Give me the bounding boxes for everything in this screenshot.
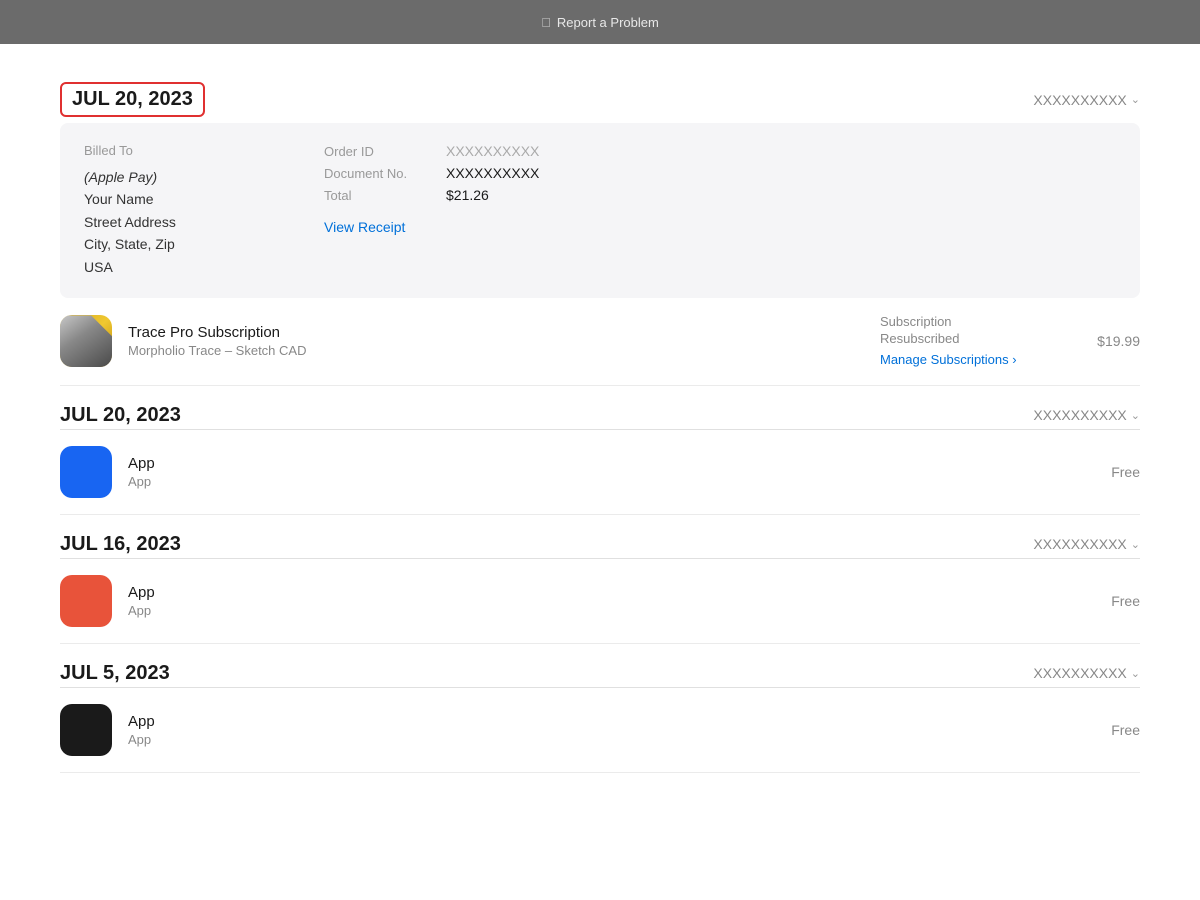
red-app-icon	[60, 575, 112, 627]
section-group-3: JUL 16, 2023 XXXXXXXXXX ⌄ App App Free	[60, 533, 1140, 644]
trace-pro-sub-info: Subscription Resubscribed Manage Subscri…	[880, 314, 1080, 369]
total-row: Total $21.26	[324, 187, 1116, 203]
trace-pro-info: Trace Pro Subscription Morpholio Trace –…	[128, 324, 840, 358]
document-no-value: XXXXXXXXXX	[446, 165, 539, 181]
order-details-section: Order ID XXXXXXXXXX Document No. XXXXXXX…	[324, 143, 1116, 278]
order-id-text-2: XXXXXXXXXX	[1033, 407, 1126, 423]
black-app-info: App App	[128, 713, 1080, 747]
red-app-price: Free	[1080, 593, 1140, 609]
apple-logo-icon: 	[541, 15, 551, 30]
black-app-price: Free	[1080, 722, 1140, 738]
blue-app-info: App App	[128, 455, 1080, 489]
trace-pro-price: $19.99	[1080, 333, 1140, 349]
main-content: JUL 20, 2023 XXXXXXXXXX ⌄ Billed To (App…	[0, 44, 1200, 813]
black-app-subtitle: App	[128, 732, 1080, 747]
title-bar-text: Report a Problem	[557, 15, 659, 30]
chevron-down-icon-4: ⌄	[1131, 667, 1140, 680]
section-group-1: JUL 20, 2023 XXXXXXXXXX ⌄ Billed To (App…	[60, 82, 1140, 386]
blue-app-price: Free	[1080, 464, 1140, 480]
chevron-down-icon-3: ⌄	[1131, 538, 1140, 551]
billed-to-label: Billed To	[84, 143, 284, 158]
app-row-blue: App App Free	[60, 430, 1140, 515]
billed-city: City, State, Zip	[84, 233, 284, 255]
app-row-red: App App Free	[60, 559, 1140, 644]
view-receipt-link[interactable]: View Receipt	[324, 219, 405, 235]
app-row-black: App App Free	[60, 688, 1140, 773]
chevron-down-icon-1: ⌄	[1131, 93, 1140, 106]
blue-app-subtitle: App	[128, 474, 1080, 489]
document-no-row: Document No. XXXXXXXXXX	[324, 165, 1116, 181]
section-header-3: JUL 16, 2023 XXXXXXXXXX ⌄	[60, 533, 1140, 556]
section-group-4: JUL 5, 2023 XXXXXXXXXX ⌄ App App Free	[60, 662, 1140, 773]
section-order-id-4[interactable]: XXXXXXXXXX ⌄	[1033, 665, 1140, 681]
chevron-down-icon-2: ⌄	[1131, 409, 1140, 422]
black-app-name: App	[128, 713, 1080, 730]
black-app-icon	[60, 704, 112, 756]
detail-card-1: Billed To (Apple Pay) Your Name Street A…	[60, 123, 1140, 298]
billed-street: Street Address	[84, 211, 284, 233]
blue-app-icon	[60, 446, 112, 498]
billed-country: USA	[84, 256, 284, 278]
trace-pro-subtitle: Morpholio Trace – Sketch CAD	[128, 343, 840, 358]
section-date-1: JUL 20, 2023	[60, 82, 205, 117]
order-id-text-1: XXXXXXXXXX	[1033, 92, 1126, 108]
section-header-2: JUL 20, 2023 XXXXXXXXXX ⌄	[60, 404, 1140, 427]
order-id-row: Order ID XXXXXXXXXX	[324, 143, 1116, 159]
section-header-4: JUL 5, 2023 XXXXXXXXXX ⌄	[60, 662, 1140, 685]
order-id-label: Order ID	[324, 144, 434, 159]
total-value: $21.26	[446, 187, 489, 203]
blue-app-name: App	[128, 455, 1080, 472]
section-group-2: JUL 20, 2023 XXXXXXXXXX ⌄ App App Free	[60, 404, 1140, 515]
billed-to-value: (Apple Pay) Your Name Street Address Cit…	[84, 166, 284, 278]
section-order-id-3[interactable]: XXXXXXXXXX ⌄	[1033, 536, 1140, 552]
manage-subscriptions-link[interactable]: Manage Subscriptions ›	[880, 352, 1017, 367]
section-order-id-1[interactable]: XXXXXXXXXX ⌄	[1033, 92, 1140, 108]
app-row-trace-pro: Trace Pro Subscription Morpholio Trace –…	[60, 298, 1140, 386]
payment-method: (Apple Pay)	[84, 166, 284, 188]
title-bar:  Report a Problem	[0, 0, 1200, 44]
red-app-info: App App	[128, 584, 1080, 618]
section-date-4: JUL 5, 2023	[60, 662, 170, 685]
trace-pro-icon	[60, 315, 112, 367]
trace-pro-sub-type: Subscription	[880, 314, 1080, 329]
order-id-text-4: XXXXXXXXXX	[1033, 665, 1126, 681]
billed-name: Your Name	[84, 188, 284, 210]
trace-pro-sub-status: Resubscribed	[880, 331, 1080, 346]
order-id-value: XXXXXXXXXX	[446, 143, 539, 159]
order-id-text-3: XXXXXXXXXX	[1033, 536, 1126, 552]
red-app-name: App	[128, 584, 1080, 601]
section-date-3: JUL 16, 2023	[60, 533, 181, 556]
red-app-subtitle: App	[128, 603, 1080, 618]
section-date-2: JUL 20, 2023	[60, 404, 181, 427]
section-order-id-2[interactable]: XXXXXXXXXX ⌄	[1033, 407, 1140, 423]
total-label: Total	[324, 188, 434, 203]
section-header-1: JUL 20, 2023 XXXXXXXXXX ⌄	[60, 82, 1140, 117]
document-no-label: Document No.	[324, 166, 434, 181]
trace-pro-name: Trace Pro Subscription	[128, 324, 840, 341]
billed-to-section: Billed To (Apple Pay) Your Name Street A…	[84, 143, 284, 278]
